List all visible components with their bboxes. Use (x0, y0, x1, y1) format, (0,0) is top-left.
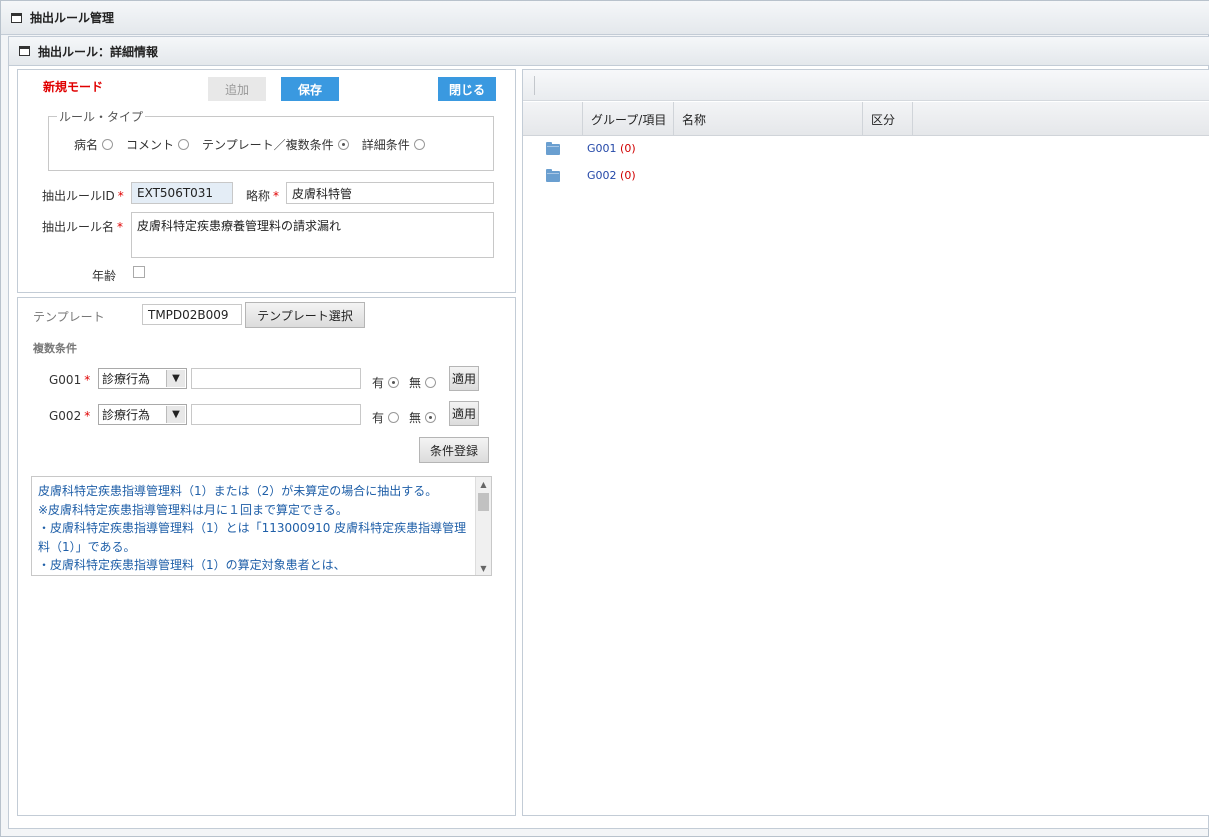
condition-g002-label: G002 * (49, 409, 91, 423)
radio-disease[interactable] (102, 139, 114, 150)
grid-col-blank (523, 102, 583, 136)
description-scrollbar[interactable]: ▲ ▼ (475, 477, 491, 575)
age-label: 年齢 (92, 269, 117, 283)
rule-id-field[interactable]: EXT506T031 (131, 182, 233, 204)
rule-type-legend: ルール・タイプ (57, 108, 146, 125)
detail-panel-header: 抽出ルール：詳細情報 (9, 37, 1209, 66)
radio-template[interactable] (337, 139, 349, 150)
description-text: 皮膚科特定疾患指導管理料（1）または（2）が未算定の場合に抽出する。 ※皮膚科特… (38, 484, 467, 572)
multi-condition-label: 複数条件 (33, 342, 77, 355)
tree-node-g002[interactable]: G002 (0) (523, 166, 1209, 186)
radio-detail[interactable] (413, 139, 425, 150)
condition-g002-select[interactable]: 診療行為 ▼ (98, 404, 187, 425)
grid-header: グループ/項目 名称 区分 (523, 102, 1209, 136)
tree-node-label: G001 (0) (587, 142, 636, 155)
template-field[interactable]: TMPD02B009 (142, 304, 242, 325)
condition-g001-no[interactable]: 無 (409, 374, 437, 391)
condition-g002-apply-button[interactable]: 適用 (449, 401, 479, 426)
window-title: 抽出ルール管理 (30, 11, 115, 25)
rule-id-label: 抽出ルールID * (42, 189, 124, 203)
rule-type-disease[interactable]: 病名 (74, 136, 114, 153)
condition-g002-yes[interactable]: 有 (372, 409, 400, 426)
condition-g001-yes[interactable]: 有 (372, 374, 400, 391)
folder-icon (546, 169, 560, 182)
radio-g002-yes[interactable] (388, 412, 400, 423)
template-panel: テンプレート TMPD02B009 テンプレート選択 複数条件 G001 * 診療… (17, 297, 516, 816)
condition-g001-select[interactable]: 診療行為 ▼ (98, 368, 187, 389)
close-button[interactable]: 閉じる (438, 77, 496, 101)
condition-tree-panel: グループ/項目 名称 区分 G001 (0) G002 (0) (522, 69, 1209, 816)
register-condition-button[interactable]: 条件登録 (419, 437, 489, 463)
chevron-down-icon: ▼ (166, 370, 185, 387)
grid-col-category[interactable]: 区分 (863, 102, 913, 136)
condition-g001-label: G001 * (49, 373, 91, 387)
add-button[interactable]: 追加 (208, 77, 266, 101)
grid-col-group[interactable]: グループ/項目 (583, 102, 674, 136)
rule-type-detail[interactable]: 詳細条件 (362, 136, 425, 153)
grid-col-name[interactable]: 名称 (674, 102, 863, 136)
rule-name-label: 抽出ルール名 * (42, 220, 124, 234)
condition-g002-input[interactable] (191, 404, 361, 425)
tree-toolbar (523, 70, 1209, 101)
rule-type-comment[interactable]: コメント (126, 136, 190, 153)
panel-icon (19, 46, 30, 56)
window-icon (11, 12, 22, 23)
rule-type-fieldset: ルール・タイプ 病名 コメント テンプレート／複数条件 詳細条件 (48, 108, 494, 171)
radio-g002-no[interactable] (425, 412, 437, 423)
condition-g001-input[interactable] (191, 368, 361, 389)
radio-g001-yes[interactable] (388, 377, 400, 388)
tree-node-label: G002 (0) (587, 169, 636, 182)
radio-comment[interactable] (178, 139, 190, 150)
mode-label: 新規モード (43, 80, 104, 94)
age-checkbox[interactable] (133, 266, 145, 278)
rule-name-textarea[interactable]: 皮膚科特定疾患療養管理料の請求漏れ (131, 212, 494, 258)
scroll-up-icon[interactable]: ▲ (476, 477, 491, 491)
rule-type-template[interactable]: テンプレート／複数条件 (202, 136, 349, 153)
folder-icon (546, 142, 560, 155)
tree-node-g001[interactable]: G001 (0) (523, 139, 1209, 159)
rule-form-panel: 新規モード 追加 保存 閉じる ルール・タイプ 病名 コメント テンプレート／複… (17, 69, 516, 293)
chevron-down-icon: ▼ (166, 406, 185, 423)
template-select-button[interactable]: テンプレート選択 (245, 302, 365, 328)
window-header: 抽出ルール管理 (1, 1, 1209, 35)
description-textarea[interactable]: 皮膚科特定疾患指導管理料（1）または（2）が未算定の場合に抽出する。 ※皮膚科特… (31, 476, 492, 576)
scroll-thumb[interactable] (478, 493, 489, 511)
radio-g001-no[interactable] (425, 377, 437, 388)
condition-g002-no[interactable]: 無 (409, 409, 437, 426)
condition-g001-apply-button[interactable]: 適用 (449, 366, 479, 391)
scroll-down-icon[interactable]: ▼ (476, 561, 491, 575)
short-name-label: 略称 * (246, 189, 280, 203)
panel-title: 抽出ルール：詳細情報 (38, 44, 159, 59)
template-label: テンプレート (33, 310, 105, 324)
toolbar-separator (534, 76, 535, 95)
short-name-field[interactable]: 皮膚科特管 (286, 182, 494, 204)
rule-type-options: 病名 コメント テンプレート／複数条件 詳細条件 (74, 136, 438, 153)
save-button[interactable]: 保存 (281, 77, 339, 101)
